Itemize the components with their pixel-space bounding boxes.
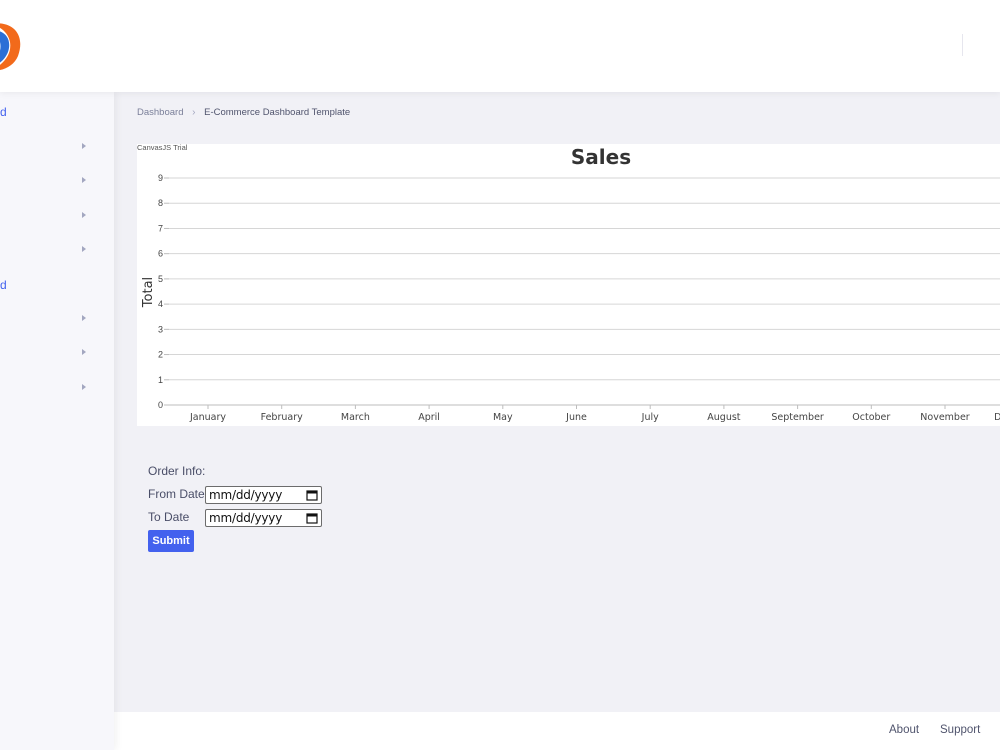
caret-right-icon[interactable]: [82, 212, 86, 218]
from-date-input[interactable]: mm/dd/yyyy: [205, 486, 322, 504]
footer-about-link[interactable]: About: [889, 724, 919, 736]
top-header: [0, 0, 1000, 92]
header-divider: [962, 34, 963, 56]
to-date-label: To Date: [148, 510, 190, 524]
y-tick-label: 2: [158, 350, 163, 360]
x-tick-label: November: [920, 412, 970, 423]
to-date-input[interactable]: mm/dd/yyyy: [205, 509, 322, 527]
x-tick-label: August: [707, 412, 741, 423]
chart-gridlines: [169, 177, 1000, 406]
y-tick-label: 5: [158, 274, 163, 284]
x-tick-label: September: [771, 412, 824, 423]
x-tick-label: January: [189, 412, 226, 423]
sales-chart: 0 1 2 3 4 5 6 7 8 9 January February March April May Ju…: [137, 144, 1000, 426]
sales-chart-svg: 0 1 2 3 4 5 6 7 8 9 January February March April May Ju…: [137, 144, 1000, 423]
caret-right-icon[interactable]: [82, 177, 86, 183]
y-tick-label: 8: [158, 198, 163, 208]
breadcrumb-current: E-Commerce Dashboard Template: [204, 107, 351, 118]
footer-support-link[interactable]: Support: [940, 724, 980, 736]
x-tick-label: April: [418, 412, 440, 423]
y-tick-label: 4: [158, 299, 163, 309]
brand-logo-icon[interactable]: [0, 16, 32, 76]
y-tick-label: 7: [158, 223, 163, 233]
y-tick-label: 6: [158, 249, 163, 259]
x-tick-label: December: [994, 412, 1000, 423]
x-tick-label: July: [641, 412, 659, 423]
x-tick-label: February: [261, 412, 303, 423]
order-info-title: Order Info:: [148, 464, 206, 478]
caret-right-icon[interactable]: [82, 349, 86, 355]
chart-title: Sales: [571, 145, 631, 169]
to-date-placeholder: mm/dd/yyyy: [209, 511, 283, 525]
breadcrumb: Dashboard › E-Commerce Dashboard Templat…: [137, 107, 350, 118]
calendar-icon[interactable]: [306, 489, 318, 501]
y-tick-label: 9: [158, 173, 163, 183]
y-tick-label: 1: [158, 375, 163, 385]
x-tick-label: October: [852, 412, 890, 423]
sidebar-item-label[interactable]: d: [0, 105, 7, 119]
y-tick-label: 3: [158, 324, 163, 334]
chart-y-axis-title: Total: [141, 277, 156, 308]
chart-trial-label: CanvasJS Trial: [137, 144, 188, 152]
x-tick-label: May: [493, 412, 513, 423]
caret-right-icon[interactable]: [82, 315, 86, 321]
chart-ticks: 0 1 2 3 4 5 6 7 8 9 January February March April May Ju…: [158, 173, 1000, 423]
calendar-icon[interactable]: [306, 512, 318, 524]
breadcrumb-separator-icon: ›: [192, 107, 196, 118]
main-content: Dashboard › E-Commerce Dashboard Templat…: [114, 92, 1000, 712]
caret-right-icon[interactable]: [82, 143, 86, 149]
sidebar-item-label[interactable]: d: [0, 278, 7, 292]
footer: About Support: [114, 712, 1000, 750]
from-date-label: From Date: [148, 487, 205, 501]
breadcrumb-dashboard-link[interactable]: Dashboard: [137, 107, 183, 118]
y-tick-label: 0: [158, 400, 163, 410]
from-date-placeholder: mm/dd/yyyy: [209, 488, 283, 502]
x-tick-label: March: [341, 412, 370, 423]
x-tick-label: June: [565, 412, 587, 423]
submit-button[interactable]: Submit: [148, 530, 194, 552]
caret-right-icon[interactable]: [82, 246, 86, 252]
sidebar: d d: [0, 92, 114, 750]
caret-right-icon[interactable]: [82, 384, 86, 390]
